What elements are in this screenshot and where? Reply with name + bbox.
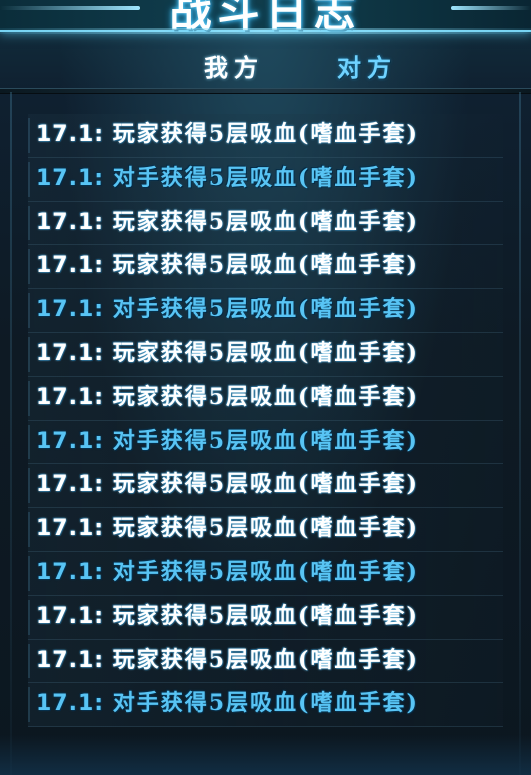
log-entry-text: 17.1: 玩家获得5层吸血(嗜血手套) [36,333,419,374]
log-entry-text: 17.1: 玩家获得5层吸血(嗜血手套) [36,202,419,243]
log-entry-text: 17.1: 对手获得5层吸血(嗜血手套) [36,158,419,199]
log-entry-time: 17.1: [36,691,105,717]
log-entry-message: 玩家获得5层吸血(嗜血手套) [112,383,419,410]
log-entry-message: 玩家获得5层吸血(嗜血手套) [112,121,419,147]
log-entry-spacer [104,691,113,716]
left-border [10,92,12,775]
log-entry-text: 17.1: 对手获得5层吸血(嗜血手套) [36,289,419,330]
log-entry-message: 玩家获得5层吸血(嗜血手套) [112,515,419,542]
log-entry: 17.1: 对手获得5层吸血(嗜血手套) [28,551,503,596]
log-entry: 17.1: 玩家获得5层吸血(嗜血手套) [28,332,503,377]
log-entry-time: 17.1: [36,384,105,410]
log-entry: 17.1: 对手获得5层吸血(嗜血手套) [28,289,503,333]
log-entry-text: 17.1: 对手获得5层吸血(嗜血手套) [36,552,419,593]
log-entry: 17.1: 玩家获得5层吸血(嗜血手套) [28,464,503,509]
log-entry: 17.1: 对手获得5层吸血(嗜血手套) [28,157,503,202]
log-entry-text: 17.1: 玩家获得5层吸血(嗜血手套) [36,245,419,286]
battle-log-panel: 战斗日志 我方 对方 17.1: 玩家获得5层吸血(嗜血手套) 17.1: 对手获… [0,0,531,775]
log-entry-text: 17.1: 玩家获得5层吸血(嗜血手套) [36,114,419,155]
log-entry-spacer [104,648,113,673]
log-entry-text: 17.1: 玩家获得5层吸血(嗜血手套) [36,596,419,637]
log-entry-spacer [104,253,113,278]
banner-edge [0,28,531,34]
log-entry-text: 17.1: 玩家获得5层吸血(嗜血手套) [36,640,419,681]
log-entry-time: 17.1: [36,559,105,585]
log-entry: 17.1: 玩家获得5层吸血(嗜血手套) [28,201,503,246]
log-entry-message: 对手获得5层吸血(嗜血手套) [112,558,419,585]
log-entry-message: 玩家获得5层吸血(嗜血手套) [112,252,419,279]
log-entry-time: 17.1: [36,603,105,629]
bottom-fade [0,735,531,775]
log-entry: 17.1: 玩家获得5层吸血(嗜血手套) [28,508,503,552]
log-entry-time: 17.1: [36,297,105,323]
log-entry-time: 17.1: [36,516,105,542]
log-entry: 17.1: 对手获得5层吸血(嗜血手套) [28,420,503,465]
log-entry-message: 玩家获得5层吸血(嗜血手套) [112,646,419,673]
log-entry-text: 17.1: 玩家获得5层吸血(嗜血手套) [36,464,419,505]
log-entry-time: 17.1: [36,253,105,279]
log-entry: 17.1: 玩家获得5层吸血(嗜血手套) [28,376,503,421]
log-entry: 17.1: 玩家获得5层吸血(嗜血手套) [28,245,503,290]
log-entry: 17.1: 玩家获得5层吸血(嗜血手套) [28,595,503,640]
log-entry-time: 17.1: [36,165,105,191]
log-entry-text: 17.1: 对手获得5层吸血(嗜血手套) [36,421,419,462]
log-entry-text: 17.1: 对手获得5层吸血(嗜血手套) [36,683,419,724]
log-entry-spacer [104,297,113,322]
log-entry-spacer [104,429,113,454]
log-entry-time: 17.1: [36,340,105,366]
log-entry-text: 17.1: 玩家获得5层吸血(嗜血手套) [36,377,419,418]
log-entry-message: 对手获得5层吸血(嗜血手套) [112,427,419,454]
log-entry-spacer [104,385,113,410]
log-entry-spacer [104,341,113,366]
log-entry-time: 17.1: [36,428,105,454]
log-entry-message: 玩家获得5层吸血(嗜血手套) [112,208,419,235]
log-entry-message: 对手获得5层吸血(嗜血手套) [112,296,419,323]
side-tabs: 我方 对方 [0,48,531,88]
log-entry-spacer [104,472,113,497]
log-entry-message: 玩家获得5层吸血(嗜血手套) [112,339,419,366]
log-entry-message: 对手获得5层吸血(嗜血手套) [112,164,419,191]
log-entry-spacer [104,210,113,235]
tabs-divider [0,88,531,94]
log-entry-message: 玩家获得5层吸血(嗜血手套) [112,471,419,498]
log-entry: 17.1: 玩家获得5层吸血(嗜血手套) [28,639,503,684]
log-entry-time: 17.1: [36,209,105,235]
log-entry-time: 17.1: [36,122,105,147]
tab-our-side[interactable]: 我方 [204,48,264,83]
log-entry-spacer [104,166,113,191]
log-entry-spacer [104,516,113,541]
log-entry-time: 17.1: [36,647,105,673]
log-entry-message: 玩家获得5层吸血(嗜血手套) [112,602,419,629]
battle-log-list[interactable]: 17.1: 玩家获得5层吸血(嗜血手套) 17.1: 对手获得5层吸血(嗜血手套)… [28,114,503,728]
log-entry-spacer [104,604,113,629]
right-border [519,92,521,775]
tab-opponent-side[interactable]: 对方 [337,48,397,83]
log-entry: 17.1: 玩家获得5层吸血(嗜血手套) [28,114,503,158]
log-entry-spacer [104,560,113,585]
log-entry-spacer [104,122,113,147]
log-entry-message: 对手获得5层吸血(嗜血手套) [112,690,419,717]
log-entry: 17.1: 对手获得5层吸血(嗜血手套) [28,683,503,728]
log-entry-time: 17.1: [36,472,105,498]
log-entry-text: 17.1: 玩家获得5层吸血(嗜血手套) [36,508,419,549]
